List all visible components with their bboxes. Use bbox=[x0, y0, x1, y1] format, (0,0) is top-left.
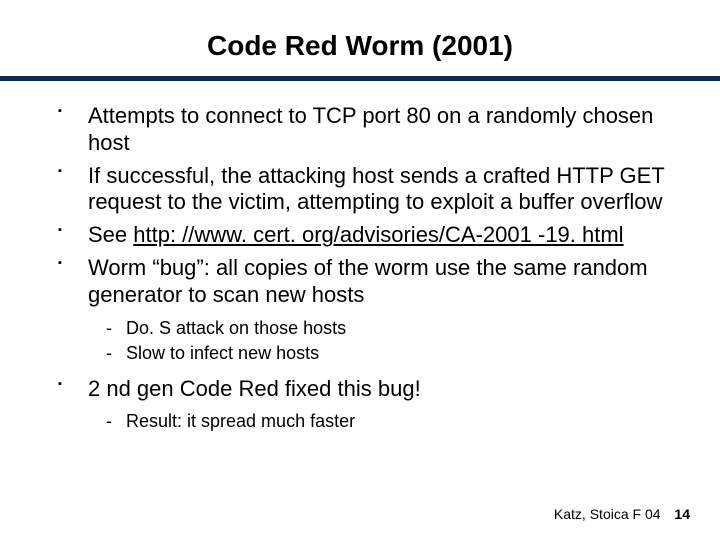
sub-bullet-list: Do. S attack on those hosts Slow to infe… bbox=[40, 317, 680, 366]
page-number: 14 bbox=[674, 506, 690, 522]
sub-bullet-list: Result: it spread much faster bbox=[40, 410, 680, 433]
slide-body: Attempts to connect to TCP port 80 on a … bbox=[0, 81, 720, 434]
bullet-list: Attempts to connect to TCP port 80 on a … bbox=[40, 103, 680, 309]
bullet-item: Attempts to connect to TCP port 80 on a … bbox=[40, 103, 680, 157]
bullet-list: 2 nd gen Code Red fixed this bug! bbox=[40, 376, 680, 403]
bullet-item: 2 nd gen Code Red fixed this bug! bbox=[40, 376, 680, 403]
slide-title: Code Red Worm (2001) bbox=[0, 0, 720, 76]
footer-credit: Katz, Stoica F 04 bbox=[554, 506, 661, 522]
advisory-link[interactable]: http: //www. cert. org/advisories/CA-200… bbox=[133, 222, 623, 247]
bullet-item: If successful, the attacking host sends … bbox=[40, 163, 680, 217]
bullet-text: See bbox=[88, 222, 133, 247]
bullet-item: Worm “bug”: all copies of the worm use t… bbox=[40, 255, 680, 309]
bullet-item: See http: //www. cert. org/advisories/CA… bbox=[40, 222, 680, 249]
sub-bullet-item: Result: it spread much faster bbox=[40, 410, 680, 433]
slide-footer: Katz, Stoica F 04 14 bbox=[554, 506, 690, 522]
sub-bullet-item: Do. S attack on those hosts bbox=[40, 317, 680, 340]
sub-bullet-item: Slow to infect new hosts bbox=[40, 342, 680, 365]
